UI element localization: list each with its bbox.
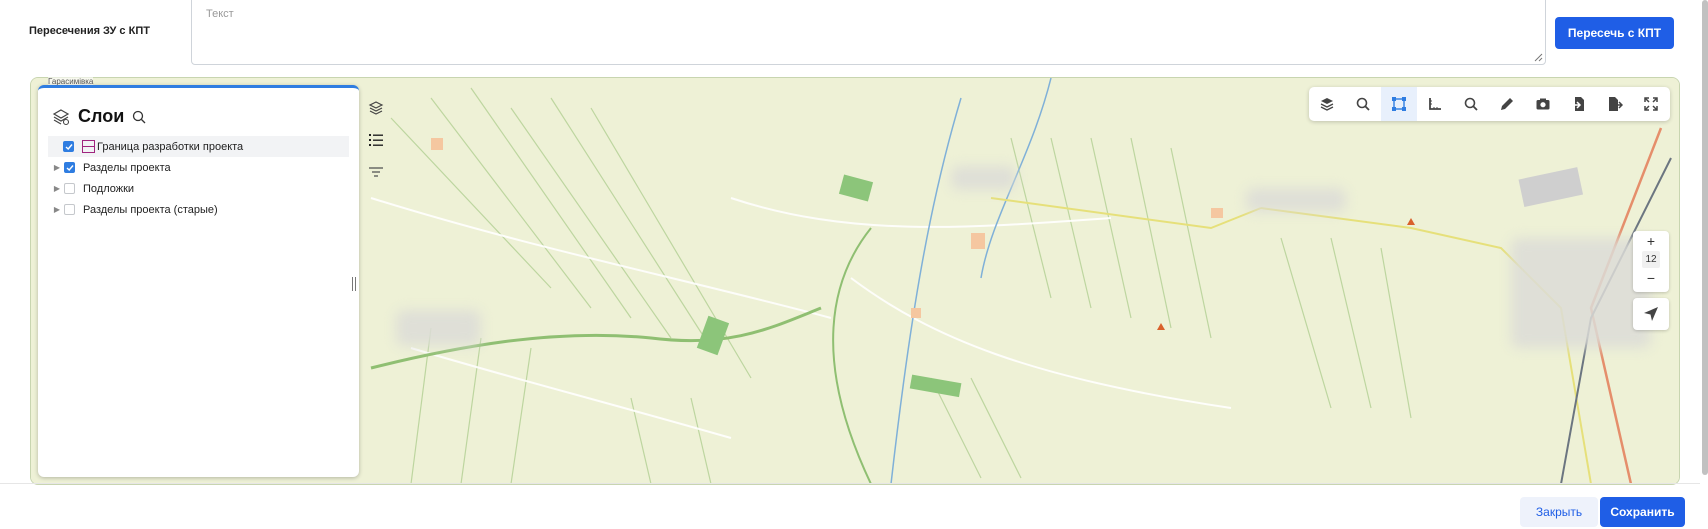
- check-icon: [66, 164, 74, 171]
- search-icon: [1356, 97, 1370, 111]
- expand-caret-icon[interactable]: ▶: [50, 184, 64, 193]
- layers-settings-icon[interactable]: [52, 108, 70, 126]
- navigation-arrow-icon: [1644, 307, 1658, 321]
- filter-icon: [368, 167, 383, 177]
- save-button[interactable]: Сохранить: [1600, 497, 1685, 527]
- blurred-label: [1511, 238, 1651, 348]
- expand-caret-icon[interactable]: ▶: [50, 163, 64, 172]
- fullscreen-icon: [1644, 97, 1658, 111]
- expand-caret-icon[interactable]: ▶: [50, 205, 64, 214]
- search-object-icon: [1464, 97, 1478, 111]
- export-icon: [1609, 97, 1623, 111]
- toolbar-export-button[interactable]: [1597, 87, 1633, 121]
- footer-divider: [0, 483, 1700, 484]
- toolbar-layers-button[interactable]: [1309, 87, 1345, 121]
- toolbar-draw-button[interactable]: [1489, 87, 1525, 121]
- page-scrollbar[interactable]: [1702, 0, 1708, 475]
- layer-checkbox[interactable]: [64, 183, 75, 194]
- layers-panel-header: Слои: [52, 106, 146, 127]
- layer-item-label: Подложки: [83, 182, 135, 195]
- layers-panel-title: Слои: [78, 106, 125, 126]
- locate-button[interactable]: [1633, 298, 1669, 330]
- zoom-control: + 12 −: [1633, 231, 1669, 292]
- intersection-textarea[interactable]: Текст: [191, 0, 1546, 65]
- layers-icon: [1320, 98, 1334, 111]
- zoom-out-button[interactable]: −: [1633, 268, 1669, 288]
- layer-item-label: Граница разработки проекта: [97, 140, 244, 153]
- blurred-label: [951, 166, 1016, 190]
- layers-tab-button[interactable]: [362, 92, 389, 124]
- layers-tree: Граница разработки проекта ▶ Разделы про…: [38, 136, 359, 220]
- toolbar-search-button[interactable]: [1345, 87, 1381, 121]
- layer-item-label: Разделы проекта (старые): [83, 203, 218, 216]
- layers-panel: Слои Граница разработки проекта ▶ Раздел…: [38, 85, 359, 477]
- layer-item-project-boundary[interactable]: Граница разработки проекта: [48, 136, 349, 157]
- map-side-tools: [362, 92, 389, 188]
- layer-item-basemaps[interactable]: ▶ Подложки: [38, 178, 359, 199]
- layer-legend-swatch: [82, 140, 95, 153]
- zoom-in-button[interactable]: +: [1633, 231, 1669, 251]
- legend-tab-button[interactable]: [362, 124, 389, 156]
- layer-checkbox[interactable]: [64, 204, 75, 215]
- check-icon: [65, 143, 73, 150]
- intersection-label: Пересечения ЗУ с КПТ: [29, 25, 150, 37]
- toolbar-screenshot-button[interactable]: [1525, 87, 1561, 121]
- layer-item-label: Разделы проекта: [83, 161, 171, 174]
- filter-tab-button[interactable]: [362, 156, 389, 188]
- panel-resize-handle[interactable]: [352, 277, 356, 291]
- zoom-level: 12: [1642, 251, 1660, 268]
- layer-checkbox[interactable]: [63, 141, 74, 152]
- layer-checkbox[interactable]: [64, 162, 75, 173]
- map-toolbar: [1309, 87, 1670, 121]
- toolbar-import-button[interactable]: [1561, 87, 1597, 121]
- search-icon[interactable]: [132, 110, 146, 124]
- layer-item-old-sections[interactable]: ▶ Разделы проекта (старые): [38, 199, 359, 220]
- textarea-placeholder: Текст: [206, 8, 234, 20]
- import-icon: [1572, 97, 1584, 111]
- resize-handle-icon[interactable]: [1534, 53, 1543, 62]
- select-area-icon: [1392, 97, 1406, 111]
- toolbar-fullscreen-button[interactable]: [1633, 87, 1669, 121]
- intersect-kpt-button[interactable]: Пересечь с КПТ: [1555, 17, 1674, 49]
- blurred-label: [396, 310, 481, 346]
- camera-icon: [1536, 98, 1550, 110]
- measure-icon: [1429, 98, 1441, 110]
- pencil-icon: [1501, 98, 1513, 110]
- toolbar-find-object-button[interactable]: [1453, 87, 1489, 121]
- list-icon: [368, 134, 383, 146]
- layers-icon: [368, 101, 383, 115]
- layer-item-project-sections[interactable]: ▶ Разделы проекта: [38, 157, 359, 178]
- blurred-label: [1246, 188, 1346, 212]
- close-button[interactable]: Закрыть: [1520, 497, 1598, 527]
- toolbar-select-area-button[interactable]: [1381, 87, 1417, 121]
- toolbar-measure-button[interactable]: [1417, 87, 1453, 121]
